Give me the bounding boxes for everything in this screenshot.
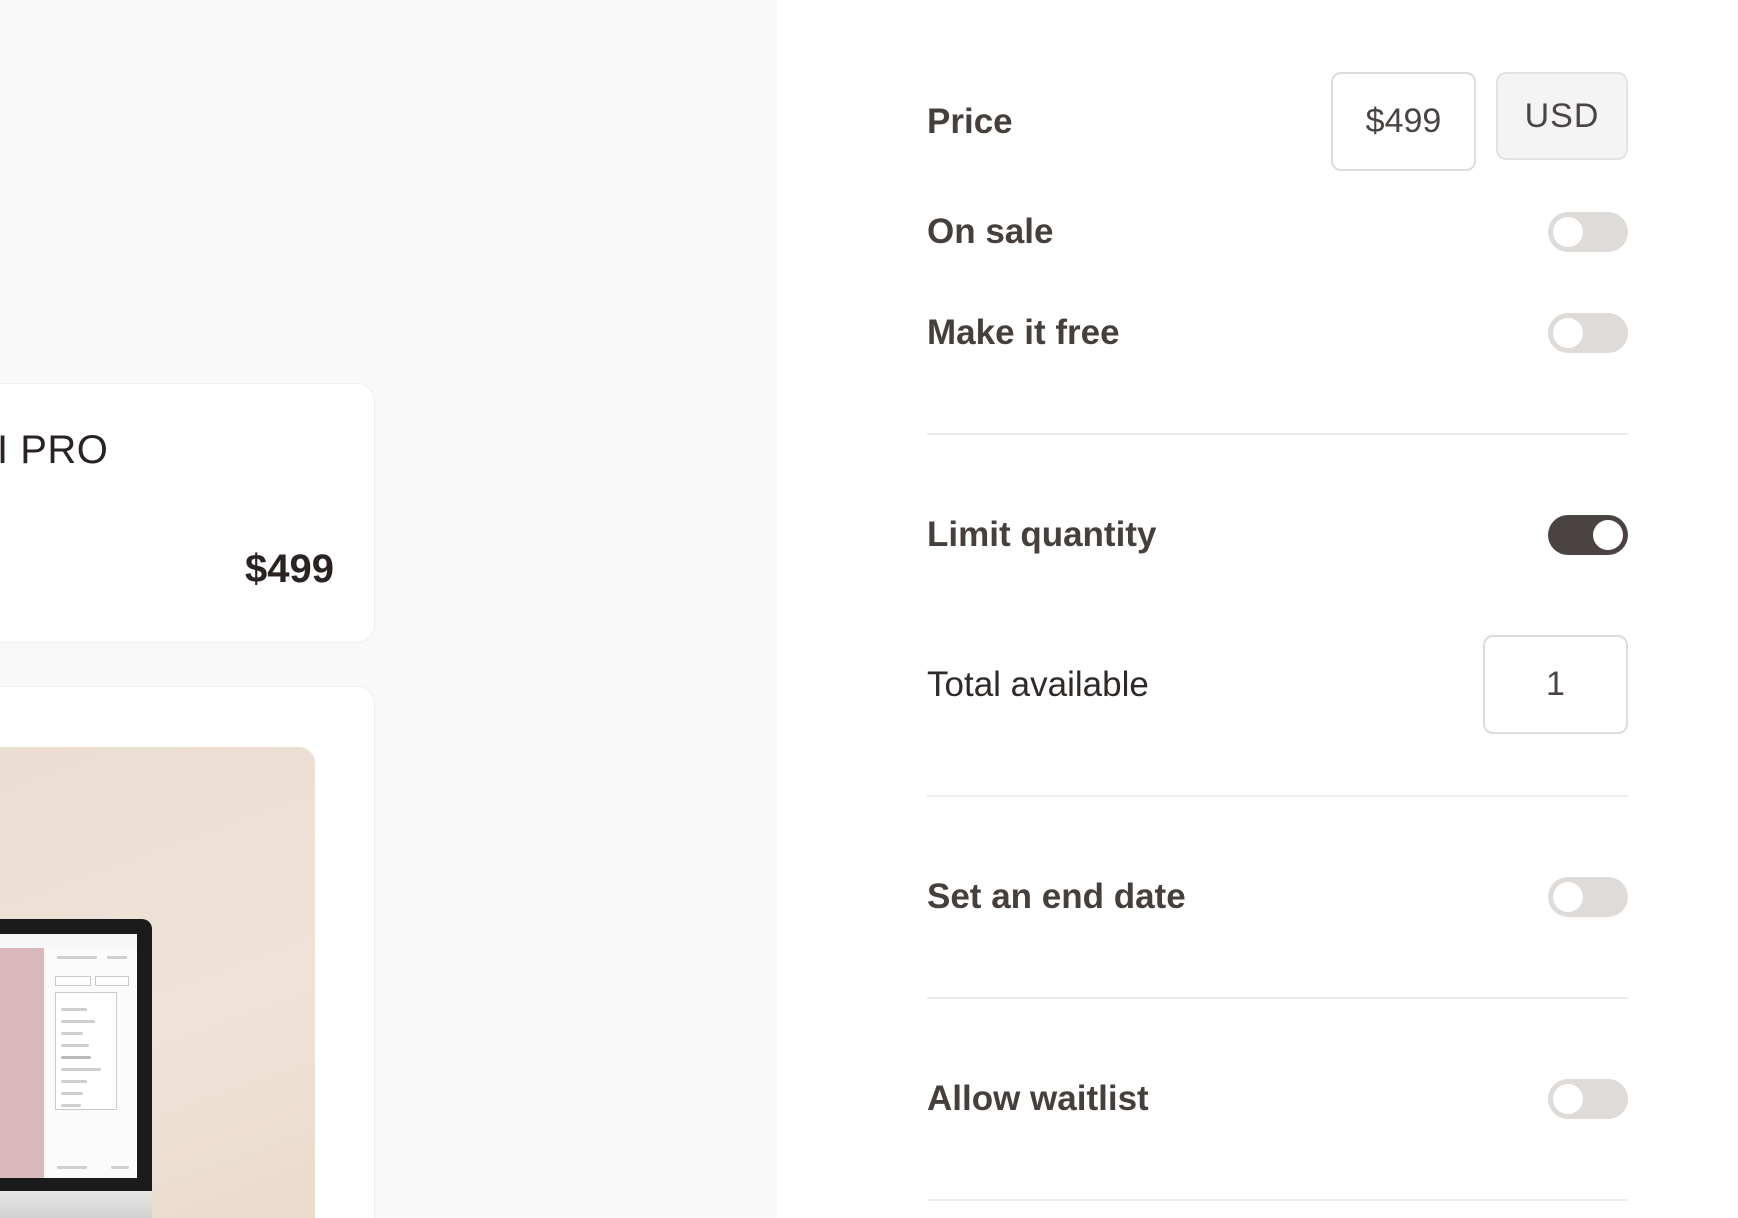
waitlist-label: Allow waitlist xyxy=(927,1079,1149,1118)
mini-line xyxy=(61,1020,95,1023)
product-preview: I PRO $499 xyxy=(0,0,777,1218)
total-available-row: Total available xyxy=(927,635,1628,734)
limit-quantity-label: Limit quantity xyxy=(927,515,1157,554)
on-sale-toggle[interactable] xyxy=(1548,212,1628,252)
mini-line xyxy=(61,1044,89,1047)
screen-canvas xyxy=(0,948,44,1178)
mini-line xyxy=(61,1056,91,1059)
settings-panel: Price USD On sale Make it free Limit qua… xyxy=(777,0,1738,1218)
monitor-illustration xyxy=(0,919,152,1218)
on-sale-row: On sale xyxy=(927,212,1628,252)
monitor-chin xyxy=(0,1191,152,1218)
price-controls: USD xyxy=(1331,72,1628,171)
limit-quantity-row: Limit quantity xyxy=(927,515,1628,555)
product-name: I PRO xyxy=(0,428,109,472)
screen-side-panel xyxy=(47,948,137,1178)
price-input[interactable] xyxy=(1331,72,1476,171)
end-date-toggle[interactable] xyxy=(1548,877,1628,917)
product-price: $499 xyxy=(245,547,334,591)
waitlist-toggle[interactable] xyxy=(1548,1079,1628,1119)
price-label: Price xyxy=(927,101,1013,141)
on-sale-label: On sale xyxy=(927,212,1054,251)
end-date-row: Set an end date xyxy=(927,877,1628,917)
mini-line xyxy=(61,1032,83,1035)
currency-button[interactable]: USD xyxy=(1496,72,1628,160)
section-divider xyxy=(927,1199,1628,1201)
section-divider xyxy=(927,433,1628,435)
mini-line xyxy=(61,1008,87,1011)
make-free-label: Make it free xyxy=(927,313,1120,352)
toggle-knob xyxy=(1553,318,1583,348)
mini-line xyxy=(61,1080,87,1083)
product-image-card[interactable] xyxy=(0,686,375,1218)
section-divider xyxy=(927,795,1628,797)
mini-line xyxy=(61,1092,83,1095)
section-divider xyxy=(927,997,1628,999)
limit-quantity-toggle[interactable] xyxy=(1548,515,1628,555)
mini-dropdown xyxy=(55,976,91,986)
mini-line xyxy=(57,1166,87,1169)
monitor-screen xyxy=(0,934,137,1178)
waitlist-row: Allow waitlist xyxy=(927,1079,1628,1119)
mini-line xyxy=(111,1166,129,1169)
toggle-knob xyxy=(1553,1084,1583,1114)
toggle-knob xyxy=(1593,520,1623,550)
toggle-knob xyxy=(1553,217,1583,247)
mini-line xyxy=(107,956,127,959)
product-card[interactable]: I PRO $499 xyxy=(0,383,375,643)
total-available-label: Total available xyxy=(927,664,1149,704)
mini-dropdown xyxy=(95,976,129,986)
make-free-toggle[interactable] xyxy=(1548,313,1628,353)
mini-line xyxy=(61,1068,101,1071)
mini-line xyxy=(61,1104,81,1107)
total-available-input[interactable] xyxy=(1483,635,1628,734)
app: I PRO $499 Price $499 USD On sale Make i… xyxy=(0,0,1738,1218)
toggle-knob xyxy=(1553,882,1583,912)
price-row: Price USD xyxy=(927,72,1628,171)
product-image xyxy=(0,747,315,1218)
mini-line xyxy=(57,956,97,959)
end-date-label: Set an end date xyxy=(927,877,1186,916)
make-free-row: Make it free xyxy=(927,313,1628,353)
